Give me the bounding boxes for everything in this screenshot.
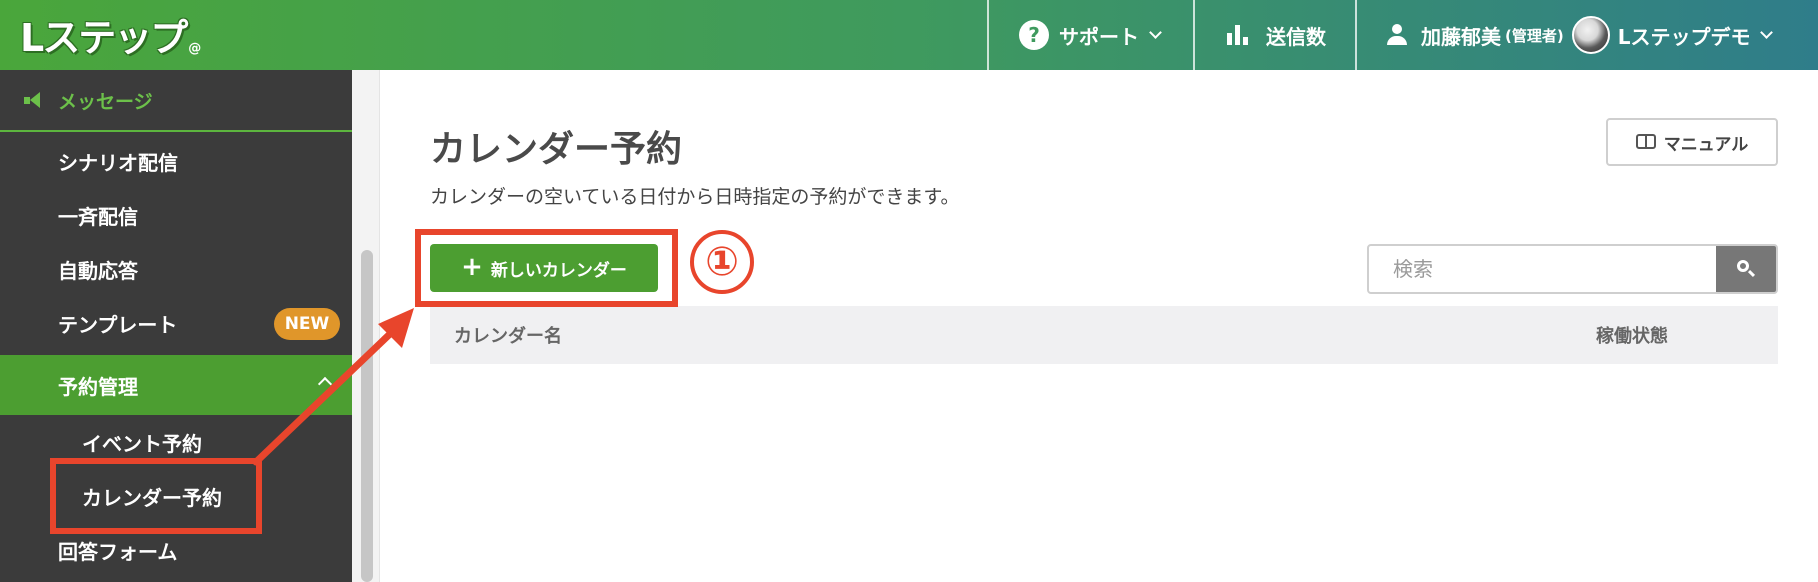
help-icon: ?: [1019, 20, 1049, 50]
send-count-link[interactable]: 送信数: [1193, 0, 1355, 70]
sidebar-item-reservation[interactable]: 予約管理: [0, 355, 352, 415]
user-role: (管理者): [1505, 26, 1564, 45]
annotation-highlight-button: [415, 229, 678, 307]
annotation-step-number: ①: [690, 230, 754, 294]
sidebar-item-label: 回答フォーム: [58, 539, 178, 564]
sidebar-item-label: イベント予約: [82, 431, 202, 456]
sidebar-item-label: 自動応答: [58, 258, 138, 283]
book-icon: [1635, 134, 1656, 150]
sidebar-item-label: 一斉配信: [58, 204, 138, 229]
chevron-up-icon: [317, 376, 333, 392]
top-header: Lステップ @ ? サポート 送信数 加藤郁美 (管理者) Lステップデモ: [0, 0, 1818, 70]
page-title: カレンダー予約: [430, 129, 683, 170]
megaphone-icon: [24, 92, 44, 108]
logo[interactable]: Lステップ @: [20, 10, 201, 60]
user-name: 加藤郁美: [1421, 24, 1501, 49]
scrollbar-thumb[interactable]: [361, 250, 373, 582]
sidebar-section-message[interactable]: メッセージ: [0, 70, 352, 132]
search-input[interactable]: [1369, 246, 1718, 292]
sidebar-item-label: シナリオ配信: [58, 150, 178, 175]
user-menu[interactable]: 加藤郁美 (管理者) Lステップデモ: [1355, 0, 1818, 70]
sidebar-item-broadcast[interactable]: 一斉配信: [0, 188, 352, 242]
search-button[interactable]: [1716, 246, 1776, 292]
sidebar-item-auto-reply[interactable]: 自動応答: [0, 242, 352, 296]
sidebar-item-label: テンプレート: [58, 312, 178, 337]
sidebar-item-scenario[interactable]: シナリオ配信: [0, 134, 352, 188]
sidebar-section-label: メッセージ: [58, 90, 153, 113]
chevron-down-icon: [1149, 26, 1162, 39]
sidebar-item-label: 予約管理: [58, 374, 138, 399]
avatar: [1571, 16, 1610, 54]
search-icon: [1737, 260, 1756, 278]
sidebar-scrollbar[interactable]: [352, 70, 380, 582]
sidebar-item-template[interactable]: テンプレート NEW: [0, 296, 352, 350]
table-header: カレンダー名 稼働状態: [430, 306, 1778, 364]
search-box: [1367, 244, 1778, 294]
manual-label: マニュアル: [1663, 134, 1749, 155]
logo-text: Lステップ: [20, 16, 188, 60]
support-label: サポート: [1059, 24, 1139, 49]
bar-chart-icon: [1227, 25, 1248, 45]
logo-mark: @: [188, 41, 202, 56]
annotation-highlight-sidebar: [50, 458, 262, 534]
chevron-down-icon: [1760, 26, 1774, 39]
new-badge: NEW: [274, 308, 340, 340]
account-name: Lステップデモ: [1617, 24, 1751, 49]
support-menu[interactable]: ? サポート: [987, 0, 1193, 70]
send-count-label: 送信数: [1266, 24, 1326, 49]
page-description: カレンダーの空いている日付から日時指定の予約ができます。: [430, 186, 960, 208]
column-header-calendar-name[interactable]: カレンダー名: [454, 322, 562, 348]
column-header-status[interactable]: 稼働状態: [1596, 322, 1668, 348]
user-icon: [1387, 24, 1407, 46]
manual-button[interactable]: マニュアル: [1606, 118, 1778, 166]
